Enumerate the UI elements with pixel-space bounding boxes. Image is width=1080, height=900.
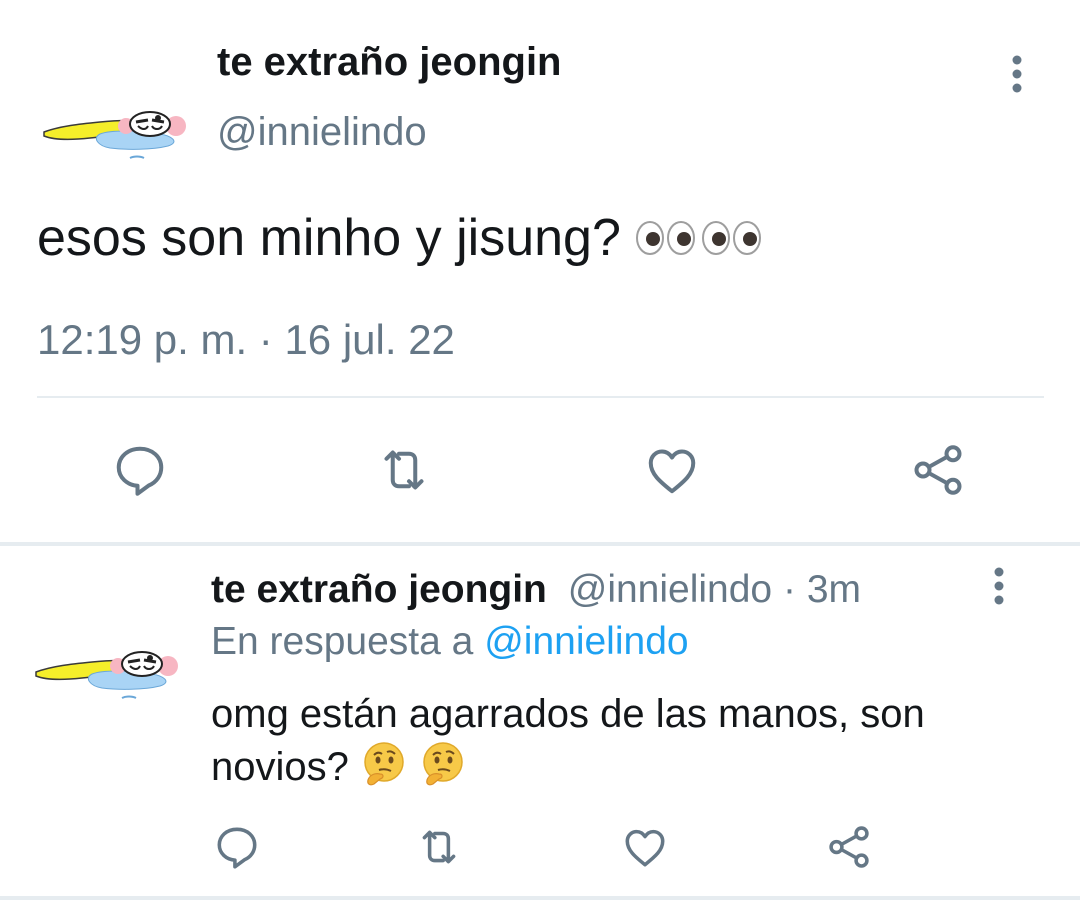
- separator: ·: [782, 568, 796, 611]
- handle[interactable]: @innielindo: [568, 568, 772, 611]
- divider: [37, 396, 1044, 398]
- reply-prefix: En respuesta a: [211, 620, 474, 663]
- eyes-emoji-icon: [701, 221, 761, 255]
- relative-time[interactable]: 3m: [807, 568, 861, 611]
- share-icon[interactable]: [908, 440, 968, 500]
- avatar[interactable]: [40, 102, 190, 164]
- display-name[interactable]: te extraño jeongin: [217, 40, 562, 85]
- retweet-icon[interactable]: [414, 822, 464, 872]
- retweet-icon[interactable]: [374, 440, 434, 500]
- thinking-face-emoji: [360, 740, 467, 801]
- share-icon[interactable]: [824, 822, 874, 872]
- handle[interactable]: @innielindo: [217, 110, 427, 155]
- display-name[interactable]: te extraño jeongin: [211, 568, 547, 611]
- like-icon[interactable]: [642, 440, 702, 500]
- eyes-emoji-icon: [635, 221, 695, 255]
- like-icon[interactable]: [620, 822, 670, 872]
- reply-to-handle-link[interactable]: @innielindo: [484, 620, 688, 663]
- more-options-icon[interactable]: [1000, 54, 1034, 98]
- avatar[interactable]: [32, 642, 182, 704]
- tweet-timestamp[interactable]: 12:19 p. m. · 16 jul. 22: [37, 316, 455, 364]
- reply-icon[interactable]: [212, 822, 262, 872]
- tweet-thread: te extraño jeongin @innielindo esos son …: [0, 0, 1080, 900]
- thinking-face-icon: [423, 742, 463, 786]
- reply-text-block: omg están agarrados de las manos, son no…: [211, 688, 1031, 801]
- reply-header: te extraño jeongin @innielindo · 3m: [211, 568, 861, 612]
- divider: [0, 896, 1080, 900]
- thread-divider: [0, 542, 1080, 546]
- reply-context: En respuesta a @innielindo: [211, 620, 689, 664]
- reply-icon[interactable]: [110, 440, 170, 500]
- tweet-text-row: esos son minho y jisung?: [37, 208, 763, 268]
- eyes-emoji: [635, 220, 763, 256]
- tweet-text: esos son minho y jisung?: [37, 209, 621, 267]
- tweet-text: omg están agarrados de las manos, son no…: [211, 692, 925, 789]
- main-tweet: te extraño jeongin @innielindo esos son …: [0, 0, 1080, 540]
- thinking-face-icon: [364, 742, 404, 786]
- more-options-icon[interactable]: [982, 566, 1016, 610]
